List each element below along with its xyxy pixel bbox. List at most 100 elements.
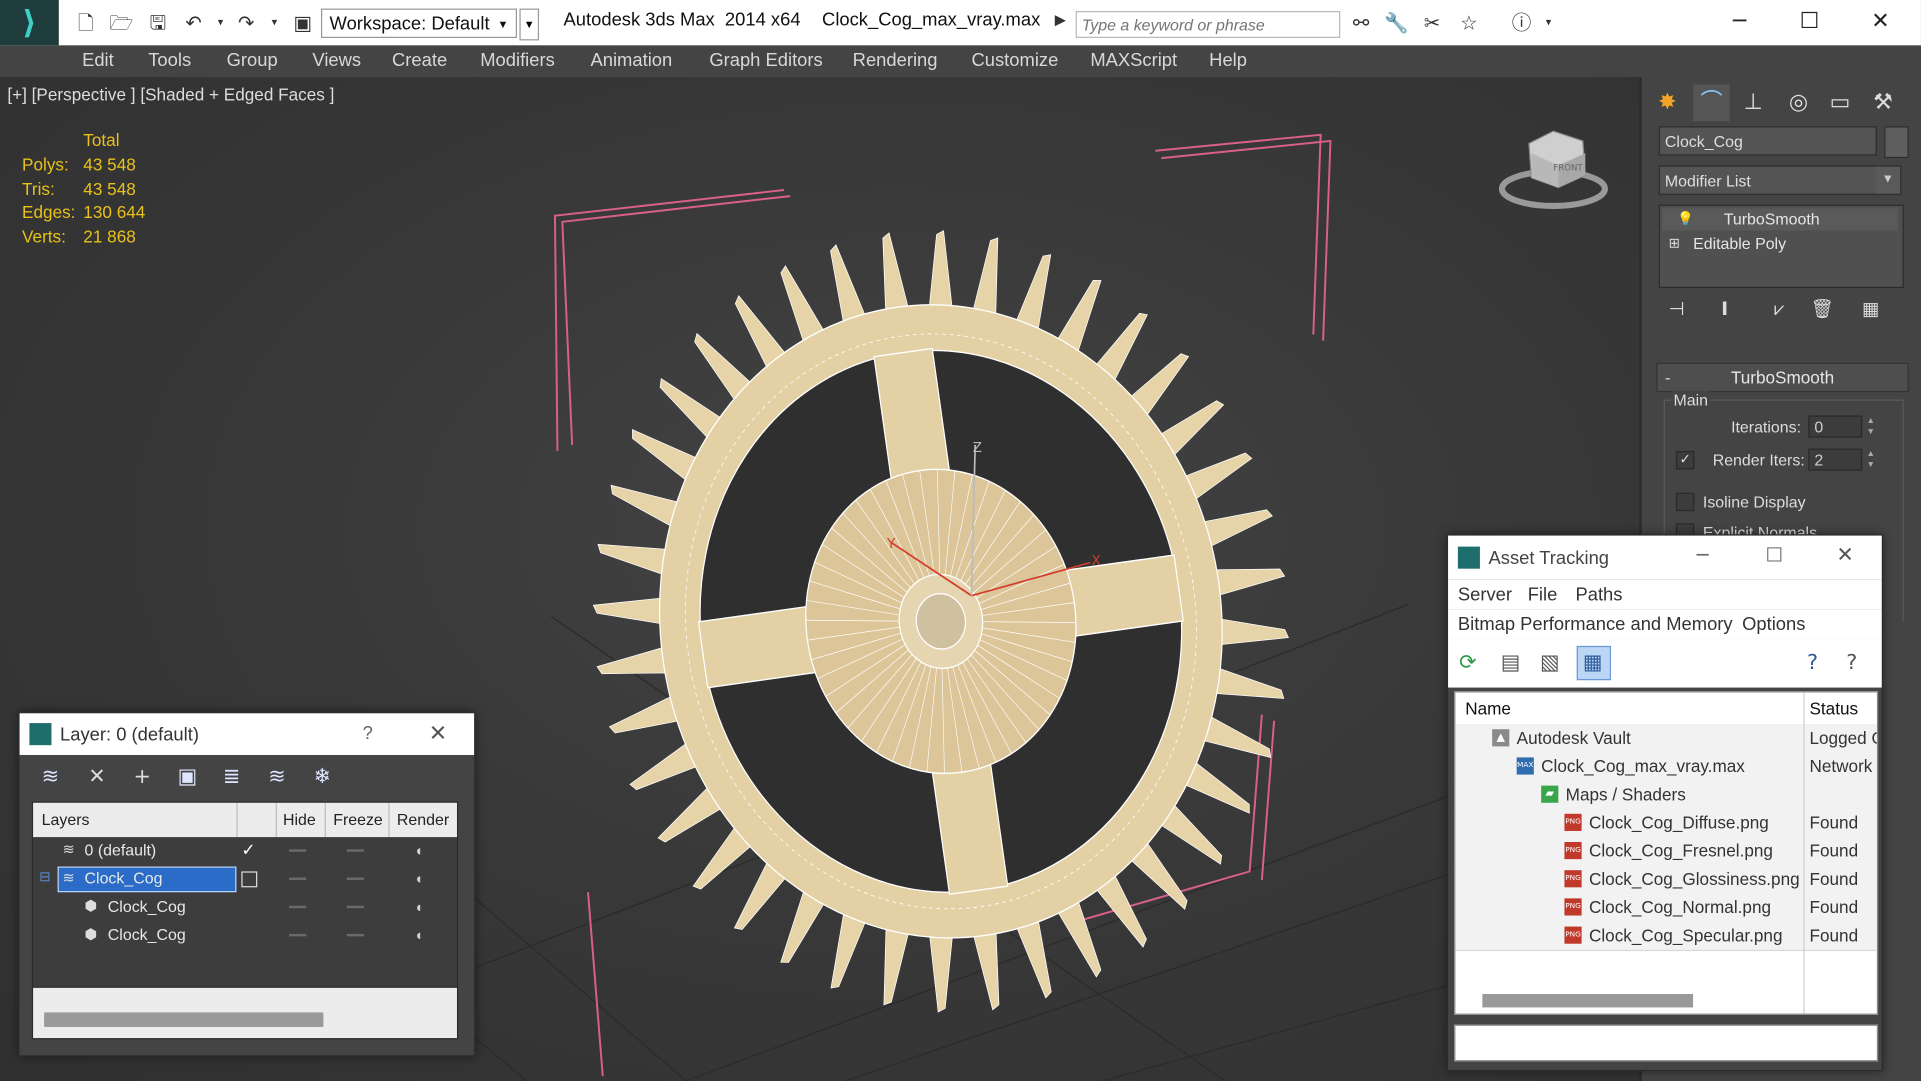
asset-row[interactable]: MAX Clock_Cog_max_vray.max Network — [1455, 752, 1877, 782]
menu-help[interactable]: Help — [1209, 50, 1247, 71]
create-layer-icon[interactable]: ≋ — [42, 765, 59, 790]
search-input[interactable] — [1075, 11, 1341, 38]
render-iters-checkbox[interactable]: ✓ — [1675, 451, 1695, 470]
make-current-box-icon[interactable] — [241, 871, 258, 888]
undo-dropdown-icon[interactable]: ▾ — [207, 10, 234, 37]
col-name[interactable]: Name — [1465, 699, 1511, 719]
asset-row[interactable]: PNG Clock_Cog_Glossiness.png Found — [1455, 865, 1877, 895]
favorites-star-icon[interactable]: ☆ — [1455, 10, 1482, 37]
new-file-icon[interactable]: 🗋 — [72, 10, 99, 37]
hide-toggle[interactable] — [289, 849, 307, 852]
asset-path-field[interactable] — [1454, 1024, 1879, 1062]
maximize-icon[interactable]: ☐ — [1783, 5, 1837, 39]
show-end-result-icon[interactable]: Ⅰ — [1721, 298, 1728, 320]
stack-item-turbosmooth[interactable]: 💡 TurboSmooth — [1662, 208, 1898, 231]
menu-edit[interactable]: Edit — [82, 50, 114, 71]
viewport-label[interactable]: [+] [Perspective ] [Shaded + Edged Faces… — [7, 85, 334, 105]
current-layer-check-icon[interactable]: ✓ — [241, 840, 255, 861]
quick-access-dropdown[interactable]: ▼ — [519, 8, 540, 41]
col-render[interactable]: Render — [397, 810, 449, 828]
save-icon[interactable]: 🖫 — [145, 10, 172, 37]
select-objects-icon[interactable]: ▣ — [178, 765, 198, 790]
close-icon[interactable]: ✕ — [1836, 543, 1853, 568]
close-icon[interactable]: ✕ — [429, 721, 447, 747]
modify-tab-icon[interactable]: ⌒ — [1693, 84, 1730, 122]
horizontal-scrollbar[interactable] — [44, 1012, 324, 1028]
undo-icon[interactable]: ↶ — [180, 10, 207, 37]
asset-row[interactable]: ▰ Maps / Shaders — [1455, 780, 1877, 811]
redo-icon[interactable]: ↷ — [233, 10, 260, 37]
add-to-layer-icon[interactable]: + — [134, 765, 151, 790]
layer-row[interactable]: ⬢ Clock_Cog ◖ — [33, 893, 457, 921]
light-bulb-icon[interactable]: 💡 — [1677, 208, 1694, 230]
help-button[interactable]: ? — [363, 723, 373, 744]
menu-animation[interactable]: Animation — [590, 50, 672, 71]
turbosmooth-rollout-header[interactable]: - TurboSmooth — [1656, 362, 1909, 393]
redo-dropdown-icon[interactable]: ▾ — [261, 10, 288, 37]
freeze-toggle[interactable] — [346, 849, 364, 852]
render-iters-spinner[interactable]: 2 — [1808, 448, 1863, 471]
hide-all-layers-icon[interactable]: ≋ — [268, 765, 285, 790]
project-folder-icon[interactable]: ▣ — [289, 10, 316, 37]
refresh-icon[interactable]: ⟳ — [1459, 651, 1476, 676]
col-status[interactable]: Status — [1809, 699, 1858, 719]
stack-item-editable-poly[interactable]: ⊞ Editable Poly — [1662, 233, 1897, 255]
object-name-field[interactable]: Clock_Cog — [1658, 126, 1877, 156]
collapse-minus-icon[interactable]: ⊟ — [39, 869, 50, 885]
modifier-list-dropdown[interactable]: Modifier List ▼ — [1658, 165, 1902, 195]
freeze-toggle[interactable] — [346, 905, 364, 909]
expand-plus-icon[interactable]: ⊞ — [1669, 233, 1680, 255]
menu-options[interactable]: Options — [1742, 614, 1805, 635]
layer-name[interactable]: 0 (default) — [85, 841, 157, 859]
configure-sets-icon[interactable]: ▦ — [1862, 298, 1879, 320]
help-icon[interactable]: ? — [1807, 651, 1818, 676]
open-file-icon[interactable]: 🗁 — [108, 10, 135, 37]
object-name[interactable]: Clock_Cog — [108, 897, 186, 915]
app-logo-icon[interactable]: ⟩ — [0, 0, 59, 46]
binoculars-icon[interactable]: ⚯ — [1348, 10, 1375, 37]
display-tab-icon[interactable]: ▭ — [1822, 85, 1859, 122]
freeze-toggle[interactable] — [346, 877, 364, 880]
layer-row[interactable]: ⊟ ≋ Clock_Cog ◖ — [33, 865, 457, 893]
menu-group[interactable]: Group — [227, 50, 278, 71]
object-color-swatch[interactable] — [1884, 126, 1909, 159]
thumbnail-view-icon[interactable]: ▧ — [1540, 651, 1560, 676]
freeze-all-layers-icon[interactable]: ❄ — [314, 765, 331, 790]
render-teapot-icon[interactable]: ◖ — [414, 842, 423, 859]
render-teapot-icon[interactable]: ◖ — [414, 870, 423, 887]
maximize-icon[interactable]: ☐ — [1765, 543, 1783, 566]
context-help-icon[interactable]: ? — [1846, 651, 1857, 676]
delete-layer-icon[interactable]: ✕ — [88, 765, 105, 790]
menu-rendering[interactable]: Rendering — [853, 50, 938, 71]
object-name[interactable]: Clock_Cog — [108, 925, 186, 943]
highlight-layer-icon[interactable]: ≣ — [223, 765, 240, 790]
hide-toggle[interactable] — [289, 905, 307, 909]
hierarchy-tab-icon[interactable]: ⊥ — [1735, 85, 1772, 122]
col-layers[interactable]: Layers — [42, 810, 90, 828]
minimize-icon[interactable]: ─ — [1697, 543, 1709, 566]
layer-name[interactable]: Clock_Cog — [85, 869, 163, 887]
asset-dialog-titlebar[interactable]: Asset Tracking ─ ☐ ✕ — [1448, 535, 1882, 580]
asset-row[interactable]: PNG Clock_Cog_Specular.png Found — [1455, 921, 1877, 952]
isoline-checkbox[interactable] — [1675, 492, 1695, 512]
freeze-toggle[interactable] — [346, 933, 364, 937]
spinner-arrows-icon[interactable]: ▲ ▼ — [1865, 449, 1877, 471]
pin-stack-icon[interactable]: ⊣ — [1669, 298, 1685, 320]
menu-graph-editors[interactable]: Graph Editors — [709, 50, 822, 71]
menu-tools[interactable]: Tools — [148, 50, 191, 71]
list-view-icon[interactable]: ▤ — [1501, 651, 1521, 676]
asset-row[interactable]: PNG Clock_Cog_Diffuse.png Found — [1455, 808, 1877, 839]
motion-tab-icon[interactable]: ◎ — [1780, 85, 1817, 122]
workspace-selector[interactable]: Workspace: Default ▼ — [320, 8, 517, 38]
asset-row[interactable]: PNG Clock_Cog_Fresnel.png Found — [1455, 837, 1877, 867]
exchange-icon[interactable]: ✂ — [1419, 10, 1446, 37]
minimize-icon[interactable]: ─ — [1713, 5, 1767, 39]
menu-server[interactable]: Server — [1458, 585, 1512, 606]
iterations-spinner[interactable]: 0 — [1808, 415, 1863, 438]
help-icon[interactable]: ⓘ — [1508, 10, 1535, 37]
help-dropdown-icon[interactable]: ▾ — [1535, 10, 1562, 37]
render-teapot-icon[interactable]: ◖ — [414, 898, 423, 915]
col-freeze[interactable]: Freeze — [333, 810, 383, 828]
asset-row[interactable]: PNG Clock_Cog_Normal.png Found — [1455, 893, 1877, 923]
utilities-tab-icon[interactable]: ⚒ — [1865, 85, 1902, 122]
